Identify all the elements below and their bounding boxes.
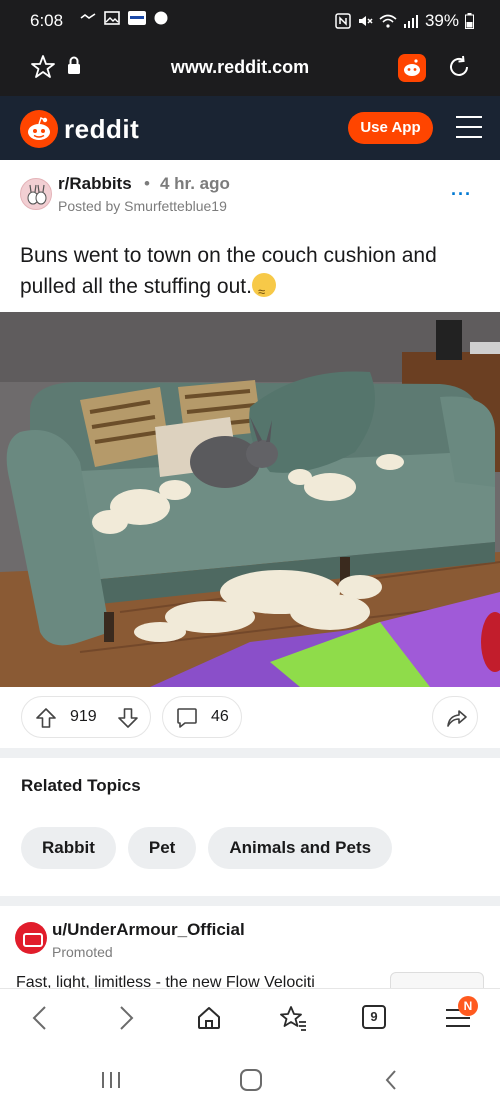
posted-by[interactable]: Posted by Smurfetteblue19 [58, 198, 227, 214]
signal-icon [403, 15, 418, 28]
browser-url-bar: www.reddit.com [0, 40, 500, 96]
browser-bottom-nav: 9 [0, 988, 500, 1048]
home-icon[interactable] [196, 1005, 222, 1031]
comments-button[interactable]: 46 [162, 696, 242, 738]
post-image[interactable] [0, 312, 500, 687]
tabs-icon[interactable]: 9 [362, 1005, 386, 1029]
nfc-icon [335, 13, 351, 29]
mute-icon [358, 16, 373, 26]
status-bar: 6:08 39% [0, 0, 500, 40]
home-nav-icon[interactable] [239, 1068, 263, 1092]
use-app-button[interactable]: Use App [348, 112, 433, 144]
topic-chip-rabbit[interactable]: Rabbit [21, 827, 116, 869]
more-options-icon[interactable]: ··· [451, 184, 472, 205]
section-divider [0, 748, 500, 758]
vote-control: 919 [21, 696, 151, 738]
share-icon [447, 710, 467, 727]
share-button[interactable] [432, 696, 478, 738]
bookmarks-icon[interactable] [279, 1005, 307, 1031]
post-actions: 919 46 [0, 696, 500, 740]
wifi-icon [379, 14, 397, 28]
promoted-thumbnail[interactable] [390, 972, 484, 988]
reddit-logo-icon[interactable] [20, 110, 58, 148]
reddit-header: reddit Use App [0, 96, 500, 160]
promoted-user-avatar[interactable] [15, 922, 47, 954]
forward-icon[interactable] [116, 1005, 136, 1031]
system-nav-bar [0, 1048, 500, 1111]
reddit-wordmark[interactable]: reddit [64, 114, 139, 145]
chat-status-icon [154, 11, 168, 25]
gallery-status-icon [104, 11, 120, 25]
status-time: 6:08 [30, 11, 64, 30]
section-divider [0, 896, 500, 906]
hamburger-menu-icon[interactable] [456, 116, 482, 138]
post-title[interactable]: Buns went to town on the couch cushion a… [20, 240, 480, 307]
comment-count: 46 [211, 708, 229, 725]
promoted-post[interactable]: u/UnderArmour_Official Promoted Fast, li… [0, 906, 500, 988]
upvote-icon[interactable] [34, 706, 58, 730]
battery-percent: 39% [424, 11, 459, 30]
downvote-icon[interactable] [116, 706, 140, 730]
meta-separator: • [144, 174, 150, 193]
comment-icon [177, 708, 197, 728]
status-left-icons [80, 11, 168, 25]
status-right-icons: 39% [335, 11, 474, 31]
confounded-emoji-icon [251, 273, 276, 307]
battery-icon [465, 13, 474, 29]
system-back-icon[interactable] [383, 1068, 399, 1092]
subreddit-avatar[interactable] [20, 178, 52, 210]
promoted-tag: Promoted [52, 944, 113, 960]
back-icon[interactable] [30, 1005, 50, 1031]
promoted-text[interactable]: Fast, light, limitless - the new Flow Ve… [16, 974, 315, 988]
recent-apps-icon[interactable] [100, 1070, 122, 1090]
notification-badge: N [458, 996, 478, 1016]
related-topics-chips: Rabbit Pet Animals and Pets [21, 827, 393, 869]
reddit-extension-icon[interactable] [398, 54, 426, 82]
promoted-user-name[interactable]: u/UnderArmour_Official [52, 920, 245, 940]
post-age: 4 hr. ago [160, 174, 230, 193]
upvote-count: 919 [70, 708, 97, 725]
post-title-text: Buns went to town on the couch cushion a… [20, 244, 437, 298]
reload-icon[interactable] [446, 54, 472, 80]
subreddit-name[interactable]: r/Rabbits [58, 174, 132, 194]
topic-chip-animals-and-pets[interactable]: Animals and Pets [208, 827, 393, 869]
message-status-icon [80, 13, 96, 19]
app-status-icon [128, 11, 146, 25]
topic-chip-pet[interactable]: Pet [127, 827, 197, 869]
related-topics-title: Related Topics [21, 776, 141, 795]
post-meta: r/Rabbits • 4 hr. ago Posted by Smurfett… [20, 174, 480, 224]
